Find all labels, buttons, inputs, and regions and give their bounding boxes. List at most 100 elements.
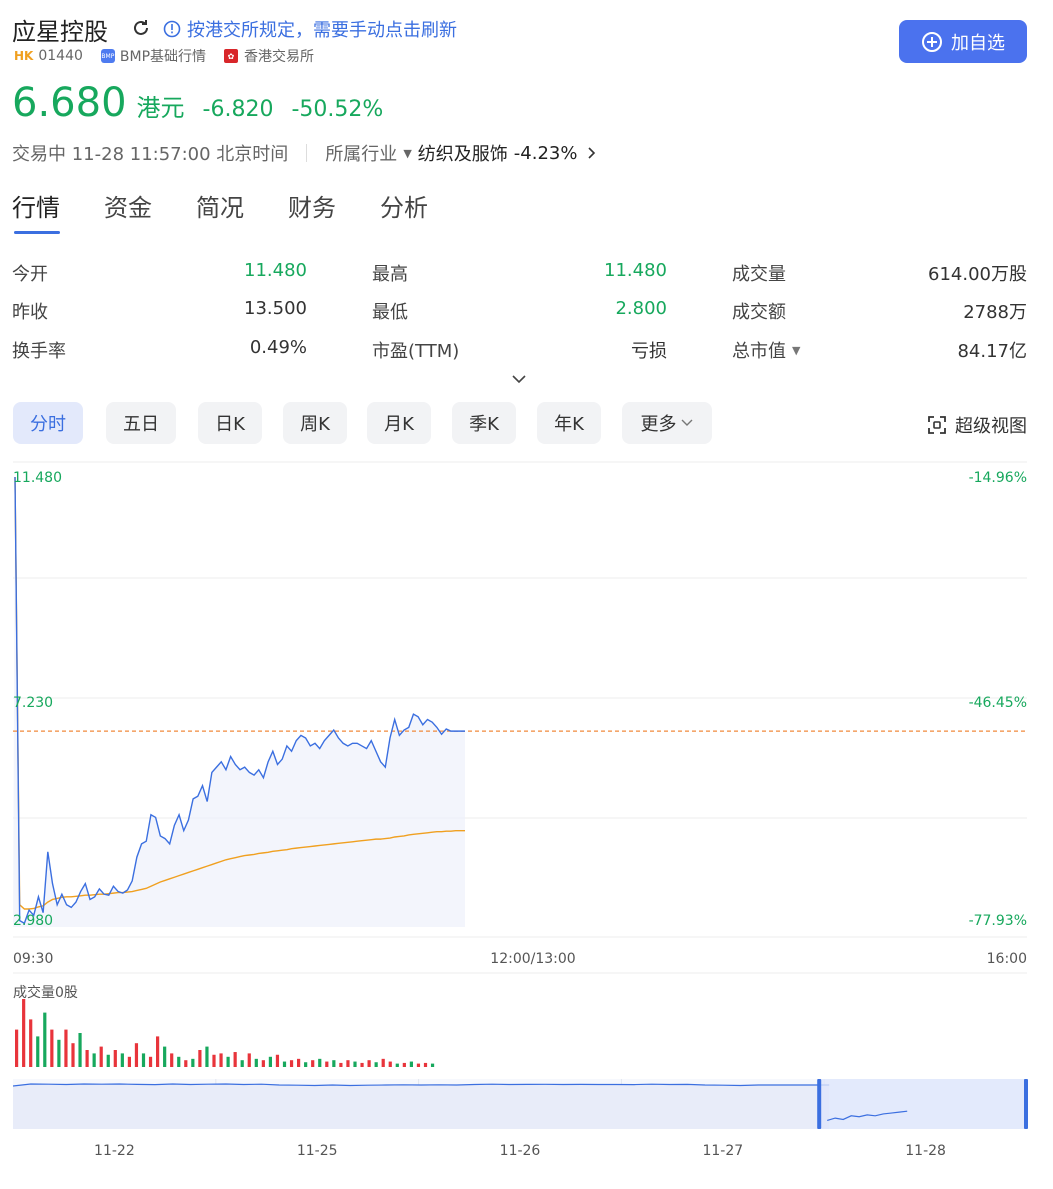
notice-text: 按港交所规定，需要手动点击刷新 bbox=[187, 20, 457, 41]
volume-bar bbox=[304, 1062, 308, 1067]
volume-bar bbox=[177, 1056, 181, 1067]
stat-high-label: 最高 bbox=[372, 264, 408, 285]
tab-quote[interactable]: 行情 bbox=[12, 188, 60, 223]
stat-low-label: 最低 bbox=[372, 302, 408, 323]
y-right-tick-label: -46.45% bbox=[969, 695, 1027, 711]
volume-bar bbox=[240, 1060, 244, 1067]
volume-bar bbox=[268, 1056, 272, 1067]
stat-open-value: 11.480 bbox=[244, 260, 307, 281]
fullscreen-icon bbox=[928, 416, 946, 434]
y-left-tick-label: 11.480 bbox=[13, 470, 62, 486]
navigator-date-label: 11-28 bbox=[905, 1143, 946, 1159]
navigator-selection bbox=[819, 1079, 1027, 1129]
period-monthly-button[interactable]: 月K bbox=[367, 402, 431, 444]
stock-name: 应星控股 bbox=[12, 18, 108, 46]
period-yearly-button[interactable]: 年K bbox=[537, 402, 601, 444]
volume-bar bbox=[85, 1050, 89, 1067]
navigator-left-handle bbox=[817, 1079, 822, 1129]
volume-bar bbox=[120, 1053, 124, 1067]
super-view-button[interactable]: 超级视图 bbox=[927, 412, 1027, 438]
price-area bbox=[13, 477, 465, 927]
price-change-percent: -50.52% bbox=[291, 97, 384, 122]
volume-bar bbox=[318, 1058, 322, 1067]
volume-bar bbox=[297, 1058, 301, 1067]
volume-bars bbox=[15, 999, 435, 1067]
volume-bar bbox=[395, 1063, 399, 1067]
navigator-date-label: 11-26 bbox=[500, 1143, 541, 1159]
volume-bar bbox=[311, 1060, 315, 1067]
caret-down-icon: ▼ bbox=[792, 343, 801, 357]
intraday-chart[interactable]: 11.480 7.230 2.980 -14.96% -46.45% -77.93% 0… bbox=[0, 455, 1053, 1165]
volume-bar bbox=[205, 1046, 209, 1067]
volume-bar bbox=[289, 1060, 294, 1067]
volume-bar bbox=[233, 1052, 237, 1067]
tab-capital[interactable]: 资金 bbox=[104, 188, 152, 223]
volume-bar bbox=[29, 1019, 33, 1067]
volume-bar bbox=[57, 1039, 61, 1067]
navigator-area bbox=[13, 1084, 830, 1129]
market-cap-label-text: 总市值 bbox=[732, 341, 786, 362]
volume-bar bbox=[156, 1036, 160, 1067]
price-change: -6.820 bbox=[202, 97, 274, 122]
add-watchlist-button[interactable]: 加自选 bbox=[899, 20, 1027, 63]
period-5day-button[interactable]: 五日 bbox=[106, 402, 176, 444]
industry-change: -4.23% bbox=[513, 142, 578, 164]
period-more-button[interactable]: 更多 bbox=[622, 402, 712, 444]
volume-bar bbox=[163, 1046, 167, 1067]
volume-bar bbox=[254, 1058, 258, 1067]
chevron-down-icon[interactable] bbox=[510, 372, 528, 386]
stat-volume-label: 成交量 bbox=[732, 264, 786, 285]
tab-financials[interactable]: 财务 bbox=[288, 188, 336, 223]
period-quarterly-button[interactable]: 季K bbox=[452, 402, 516, 444]
y-left-tick-label: 2.980 bbox=[13, 913, 53, 929]
navigator-date-label: 11-27 bbox=[702, 1143, 743, 1159]
refresh-icon[interactable] bbox=[131, 18, 151, 38]
volume-bar bbox=[184, 1060, 188, 1067]
stat-turnover-rate-label: 换手率 bbox=[12, 341, 66, 362]
industry-name: 纺织及服饰 bbox=[417, 144, 508, 165]
hk-market-badge: HK bbox=[14, 49, 34, 63]
stock-code: 01440 bbox=[38, 48, 83, 64]
tab-profile[interactable]: 简况 bbox=[196, 188, 244, 223]
period-intraday-button[interactable]: 分时 bbox=[13, 402, 83, 444]
volume-bar bbox=[170, 1053, 174, 1067]
x-tick-label: 16:00 bbox=[987, 951, 1027, 967]
volume-bar bbox=[247, 1053, 251, 1067]
tab-analysis[interactable]: 分析 bbox=[380, 188, 428, 223]
stat-market-cap-label[interactable]: 总市值 ▼ bbox=[732, 337, 800, 363]
divider bbox=[306, 144, 308, 162]
stat-turnover-label: 成交额 bbox=[732, 302, 786, 323]
volume-bar bbox=[402, 1062, 406, 1067]
status-row: 交易中 11-28 11:57:00 北京时间 所属行业 ▼ 纺织及服饰 -4.… bbox=[12, 140, 599, 166]
volume-bar bbox=[360, 1062, 364, 1067]
industry-link[interactable]: 所属行业 ▼ 纺织及服饰 -4.23% bbox=[325, 140, 599, 166]
add-watchlist-label: 加自选 bbox=[951, 32, 1005, 54]
stat-volume-value: 614.00万股 bbox=[928, 264, 1027, 285]
main-tabs: 行情 资金 简况 财务 分析 bbox=[12, 188, 428, 223]
stock-meta: HK 01440 BMP BMP基础行情 ✿ 香港交易所 bbox=[14, 46, 314, 66]
x-tick-label: 12:00/13:00 bbox=[490, 951, 575, 967]
stat-market-cap-value: 84.17亿 bbox=[957, 341, 1027, 362]
volume-bar bbox=[134, 1043, 139, 1067]
volume-bar bbox=[148, 1056, 153, 1067]
volume-bar bbox=[198, 1050, 202, 1067]
volume-bar bbox=[325, 1061, 329, 1067]
info-icon bbox=[163, 20, 181, 38]
volume-bar bbox=[92, 1053, 96, 1067]
stat-prev-close-label: 昨收 bbox=[12, 302, 48, 323]
y-axis-right-ticks: -14.96% -46.45% -77.93% bbox=[969, 470, 1027, 929]
period-daily-button[interactable]: 日K bbox=[198, 402, 262, 444]
volume-bar bbox=[430, 1063, 435, 1067]
volume-bar bbox=[332, 1060, 336, 1067]
volume-bar bbox=[212, 1054, 216, 1067]
volume-bar bbox=[113, 1050, 117, 1067]
volume-bar bbox=[191, 1058, 195, 1067]
volume-bar bbox=[226, 1056, 230, 1067]
stat-turnover-rate-value: 0.49% bbox=[249, 337, 307, 358]
period-weekly-button[interactable]: 周K bbox=[283, 402, 347, 444]
y-axis-left-ticks: 11.480 7.230 2.980 bbox=[13, 470, 62, 929]
volume-bar bbox=[36, 1036, 40, 1067]
volume-bar bbox=[71, 1043, 75, 1067]
refresh-notice[interactable]: 按港交所规定，需要手动点击刷新 bbox=[163, 16, 457, 42]
volume-bar bbox=[127, 1056, 131, 1067]
